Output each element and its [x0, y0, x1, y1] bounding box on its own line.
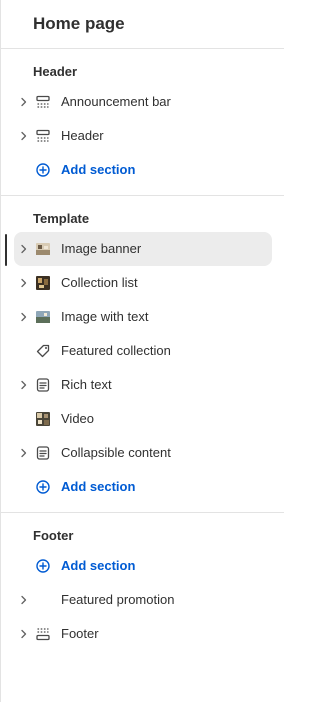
section-featured-promotion[interactable]: Featured promotion [14, 583, 272, 617]
section-footer[interactable]: Footer [14, 617, 272, 651]
section-announcement-bar[interactable]: Announcement bar [14, 85, 272, 119]
section-label: Rich text [61, 377, 112, 392]
add-section-button-header[interactable]: Add section [14, 153, 272, 187]
add-section-button-template[interactable]: Add section [14, 470, 272, 504]
chevron-right-icon[interactable] [18, 447, 30, 459]
panel-left-border [0, 0, 1, 702]
divider [0, 512, 284, 513]
plus-circle-icon [35, 479, 51, 495]
plus-circle-icon [35, 162, 51, 178]
section-collapsible-content[interactable]: Collapsible content [14, 436, 272, 470]
section-label: Announcement bar [61, 94, 171, 109]
chevron-right-icon[interactable] [18, 311, 30, 323]
divider [0, 48, 284, 49]
text-block-icon [35, 445, 51, 461]
section-label: Image banner [61, 241, 142, 256]
section-label: Collection list [61, 275, 138, 290]
section-rich-text[interactable]: Rich text [14, 368, 272, 402]
group-title-template: Template [33, 211, 90, 226]
collection-thumbnail-icon [35, 275, 51, 291]
section-collection-list[interactable]: Collection list [14, 266, 272, 300]
add-section-label: Add section [61, 479, 136, 494]
group-title-footer: Footer [33, 528, 74, 543]
divider [0, 195, 284, 196]
section-header[interactable]: Header [14, 119, 272, 153]
section-label: Header [61, 128, 104, 143]
section-label: Featured collection [61, 343, 171, 358]
footer-layout-icon [35, 626, 51, 642]
group-title-header: Header [33, 64, 78, 79]
chevron-right-icon[interactable] [18, 130, 30, 142]
section-label: Image with text [61, 309, 149, 324]
plus-circle-icon [35, 558, 51, 574]
section-image-with-text[interactable]: Image with text [14, 300, 272, 334]
selection-indicator [5, 234, 7, 266]
chevron-right-icon[interactable] [18, 277, 30, 289]
text-block-icon [35, 377, 51, 393]
header-layout-icon [35, 128, 51, 144]
section-featured-collection[interactable]: Featured collection [14, 334, 272, 368]
announcement-bar-icon [35, 94, 51, 110]
page-title: Home page [33, 14, 125, 33]
chevron-right-icon[interactable] [18, 243, 30, 255]
chevron-right-icon[interactable] [18, 628, 30, 640]
section-label: Video [61, 411, 95, 426]
section-label: Footer [61, 626, 99, 641]
add-section-label: Add section [61, 558, 136, 573]
image-thumbnail-icon [35, 309, 51, 325]
chevron-right-icon[interactable] [18, 96, 30, 108]
section-image-banner[interactable]: Image banner [14, 232, 272, 266]
section-label: Featured promotion [61, 592, 175, 607]
add-section-button-footer[interactable]: Add section [14, 549, 272, 583]
section-video[interactable]: Video [14, 402, 272, 436]
image-thumbnail-icon [35, 241, 51, 257]
chevron-right-icon[interactable] [18, 594, 30, 606]
section-label: Collapsible content [61, 445, 171, 460]
video-thumbnail-icon [35, 411, 51, 427]
add-section-label: Add section [61, 162, 136, 177]
tag-icon [35, 343, 51, 359]
chevron-right-icon[interactable] [18, 379, 30, 391]
